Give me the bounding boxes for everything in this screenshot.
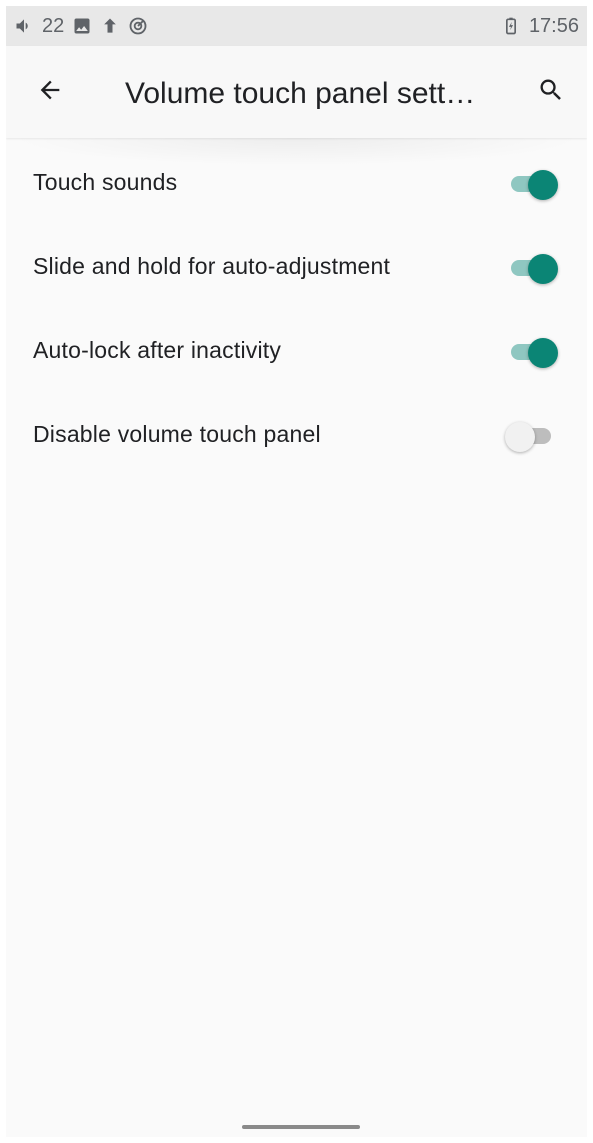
toggle-thumb [528, 338, 558, 368]
setting-label: Touch sounds [33, 168, 178, 195]
app-bar: Volume touch panel sett… [6, 46, 587, 166]
volume-icon [14, 16, 34, 36]
setting-auto-lock[interactable]: Auto-lock after inactivity [6, 308, 587, 392]
status-left: 22 [14, 16, 148, 36]
back-button[interactable] [32, 74, 68, 110]
auto-lock-toggle[interactable] [505, 333, 561, 368]
search-icon [537, 76, 565, 109]
setting-slide-and-hold[interactable]: Slide and hold for auto-adjustment [6, 224, 587, 308]
toggle-thumb [505, 422, 535, 452]
setting-label: Disable volume touch panel [33, 420, 321, 447]
setting-label: Slide and hold for auto-adjustment [33, 252, 391, 279]
status-bar: 22 17:56 [6, 6, 587, 46]
status-right: 17:56 [501, 16, 579, 36]
slide-and-hold-toggle[interactable] [505, 249, 561, 284]
toggle-thumb [528, 170, 558, 200]
screen: 22 17:56 Volume touch panel sett… Touch … [6, 6, 587, 1137]
settings-list: Touch sounds Slide and hold for auto-adj… [6, 140, 587, 476]
touch-sounds-toggle[interactable] [505, 165, 561, 200]
search-button[interactable] [533, 74, 569, 110]
volume-level: 22 [42, 15, 65, 37]
setting-disable-panel[interactable]: Disable volume touch panel [6, 392, 587, 476]
upload-arrow-icon [100, 16, 120, 36]
disable-panel-toggle[interactable] [505, 417, 561, 452]
status-time: 17:56 [528, 15, 579, 37]
page-title: Volume touch panel sett… [125, 77, 476, 110]
image-icon [72, 16, 92, 36]
toggle-thumb [528, 254, 558, 284]
arrow-left-icon [36, 76, 64, 109]
sync-icon [128, 16, 148, 36]
setting-label: Auto-lock after inactivity [33, 336, 282, 363]
setting-touch-sounds[interactable]: Touch sounds [6, 140, 587, 224]
navigation-handle[interactable] [242, 1125, 360, 1129]
battery-charging-icon [501, 16, 521, 36]
